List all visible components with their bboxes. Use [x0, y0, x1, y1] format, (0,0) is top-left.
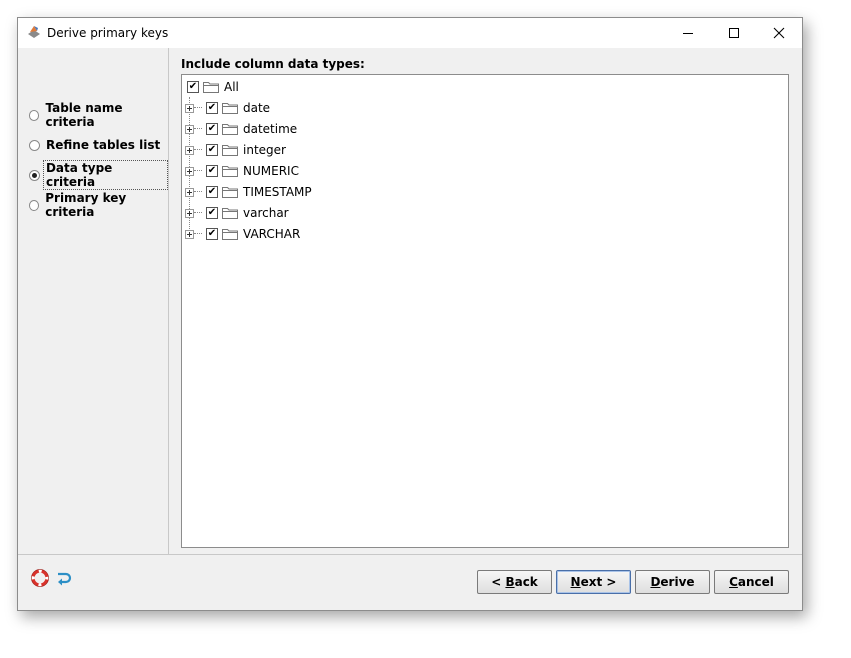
title-bar: Derive primary keys — [18, 18, 802, 48]
tree-connector — [194, 149, 202, 151]
tree-connector — [194, 128, 202, 130]
checkbox[interactable]: ✔ — [206, 165, 218, 177]
tree-label: varchar — [243, 206, 289, 220]
step-label: Data type criteria — [42, 160, 168, 190]
close-icon — [773, 27, 785, 39]
folder-icon — [222, 229, 238, 240]
radio-button[interactable] — [29, 109, 40, 121]
tree-connector — [194, 191, 202, 193]
tree-item[interactable]: ✔ VARCHAR — [185, 226, 300, 242]
checkbox[interactable]: ✔ — [206, 228, 218, 240]
step-label: Refine tables list — [46, 138, 161, 152]
tree-label: integer — [243, 143, 286, 157]
expand-icon[interactable] — [185, 187, 194, 197]
step-table-name-criteria[interactable]: Table name criteria — [29, 101, 168, 129]
tree-item[interactable]: ✔ varchar — [185, 205, 289, 221]
derive-button[interactable]: Derive — [635, 570, 710, 594]
next-label-rest: ext > — [580, 575, 617, 589]
minimize-icon — [683, 33, 693, 34]
tree-connector — [194, 233, 202, 235]
step-data-type-criteria[interactable]: Data type criteria — [29, 160, 168, 190]
tree-item[interactable]: ✔ datetime — [185, 121, 297, 137]
step-refine-tables-list[interactable]: Refine tables list — [29, 136, 160, 154]
folder-icon — [203, 82, 219, 93]
tree-item[interactable]: ✔ NUMERIC — [185, 163, 299, 179]
folder-icon — [222, 124, 238, 135]
step-label: Table name criteria — [45, 101, 123, 129]
back-prefix: < — [491, 575, 506, 589]
tree-label: VARCHAR — [243, 227, 301, 241]
step-label: Primary key criteria — [45, 191, 127, 219]
expand-icon[interactable] — [185, 229, 194, 239]
data-types-heading: Include column data types: — [181, 57, 365, 71]
undo-arrow-icon[interactable] — [55, 569, 73, 587]
tree-item[interactable]: ✔ integer — [185, 142, 286, 158]
step-primary-key-criteria[interactable]: Primary key criteria — [29, 191, 168, 219]
close-button[interactable] — [756, 18, 802, 48]
radio-button-selected[interactable] — [29, 169, 40, 181]
checkbox[interactable]: ✔ — [206, 102, 218, 114]
radio-button[interactable] — [29, 139, 40, 151]
next-button[interactable]: Next > — [556, 570, 631, 594]
back-label-rest: ack — [514, 575, 538, 589]
maximize-icon — [729, 28, 739, 38]
checkbox[interactable]: ✔ — [206, 186, 218, 198]
app-logo-icon — [28, 26, 40, 38]
expand-icon[interactable] — [185, 166, 194, 176]
derive-mnemonic: D — [650, 575, 661, 589]
tree-label: NUMERIC — [243, 164, 299, 178]
folder-icon — [222, 103, 238, 114]
tree-connector — [194, 107, 202, 109]
expand-icon[interactable] — [185, 124, 194, 134]
tree-item[interactable]: ✔ date — [185, 100, 270, 116]
content-panel: Include column data types: ✔ All ✔ date … — [169, 48, 802, 554]
window-title: Derive primary keys — [47, 26, 169, 40]
back-button[interactable]: < Back — [477, 570, 552, 594]
cancel-label-rest: ancel — [737, 575, 774, 589]
folder-icon — [222, 166, 238, 177]
checkbox[interactable]: ✔ — [206, 123, 218, 135]
checkbox[interactable]: ✔ — [187, 81, 199, 93]
tree-label: datetime — [243, 122, 298, 136]
folder-icon — [222, 208, 238, 219]
dialog-window: Derive primary keys Table name criteria … — [17, 17, 803, 611]
back-mnemonic: B — [505, 575, 515, 589]
tree-label: date — [243, 101, 271, 115]
cancel-button[interactable]: Cancel — [714, 570, 789, 594]
checkbox[interactable]: ✔ — [206, 207, 218, 219]
lifebuoy-icon[interactable] — [31, 569, 49, 587]
tree-label: All — [224, 80, 239, 94]
tree-label: TIMESTAMP — [243, 185, 312, 199]
minimize-button[interactable] — [665, 18, 711, 48]
tree-item[interactable]: ✔ TIMESTAMP — [185, 184, 312, 200]
maximize-button[interactable] — [711, 18, 757, 48]
tree-connector — [194, 212, 202, 214]
folder-icon — [222, 187, 238, 198]
folder-icon — [222, 145, 238, 156]
expand-icon[interactable] — [185, 103, 194, 113]
expand-icon[interactable] — [185, 145, 194, 155]
tree-root-all[interactable]: ✔ All — [187, 79, 239, 95]
footer-separator — [18, 554, 802, 555]
cancel-mnemonic: C — [729, 575, 738, 589]
tree-connector — [194, 170, 202, 172]
checkbox[interactable]: ✔ — [206, 144, 218, 156]
derive-label-rest: erive — [660, 575, 695, 589]
data-type-tree[interactable]: ✔ All ✔ date ✔ datetime ✔ integer ✔ NUME… — [181, 74, 789, 548]
wizard-steps-sidebar: Table name criteria Refine tables list D… — [18, 48, 169, 554]
radio-button[interactable] — [29, 199, 40, 211]
next-mnemonic: N — [570, 575, 581, 589]
expand-icon[interactable] — [185, 208, 194, 218]
